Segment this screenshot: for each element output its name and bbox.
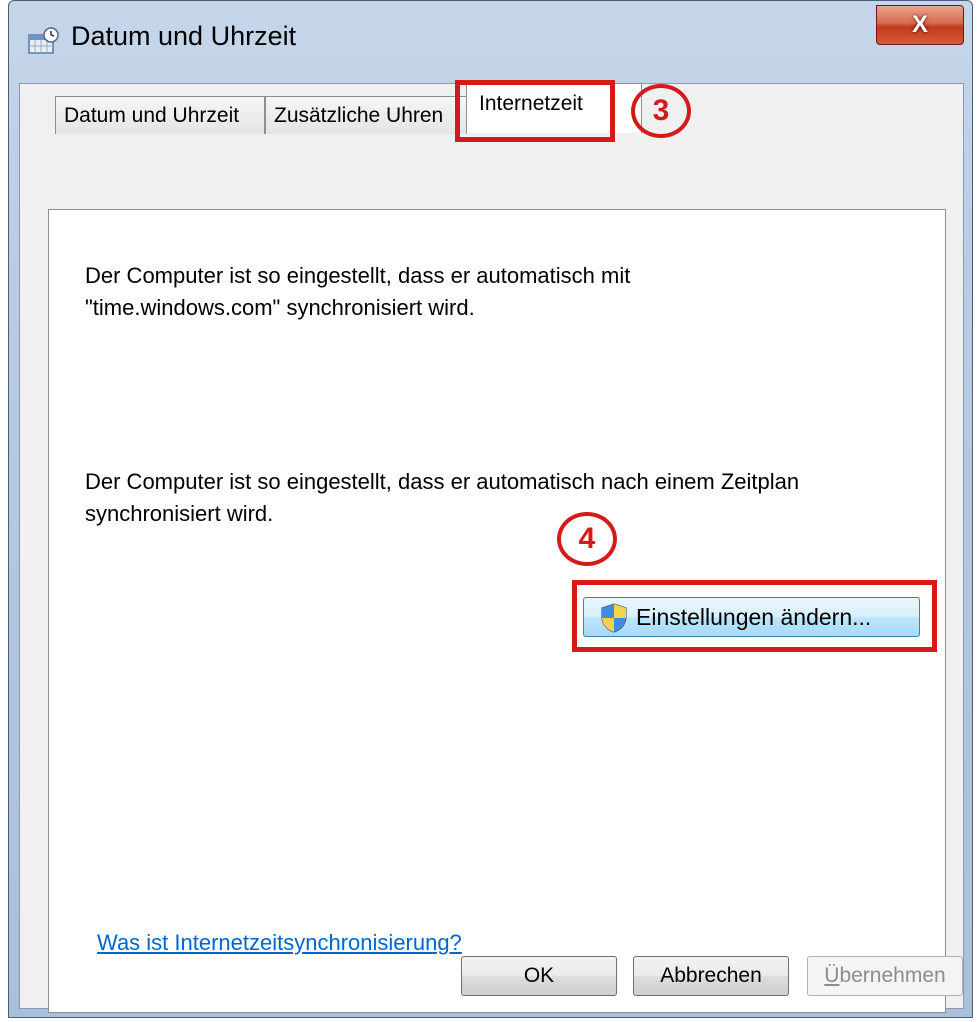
apply-button-label: bernehmen <box>839 964 946 987</box>
annotation-step-4: 4 <box>557 512 617 566</box>
annotation-box-button <box>572 580 937 652</box>
sync-server-text-line1: Der Computer ist so eingestellt, dass er… <box>85 263 631 288</box>
ok-button[interactable]: OK <box>461 956 617 996</box>
schedule-text-line2: synchronisiert wird. <box>85 501 274 526</box>
dialog-window: Datum und Uhrzeit X Datum und Uhrzeit Zu… <box>8 0 973 1018</box>
schedule-text-line1: Der Computer ist so eingestellt, dass er… <box>85 469 800 494</box>
window-title: Datum und Uhrzeit <box>71 21 297 51</box>
dialog-client-area: Datum und Uhrzeit Zusätzliche Uhren Inte… <box>19 83 964 1013</box>
tab-zusaetzliche-uhren[interactable]: Zusätzliche Uhren <box>265 96 467 134</box>
apply-button-mnemonic: Ü <box>824 964 840 987</box>
date-time-icon <box>28 27 59 54</box>
annotation-step-3: 3 <box>631 84 691 138</box>
tab-datum-und-uhrzeit[interactable]: Datum und Uhrzeit <box>55 96 265 134</box>
cancel-button[interactable]: Abbrechen <box>633 956 789 996</box>
sync-server-text-line2: "time.windows.com" synchronisiert wird. <box>85 295 475 320</box>
title-bar[interactable]: Datum und Uhrzeit X <box>9 1 972 81</box>
apply-button: Übernehmen <box>807 956 963 996</box>
annotation-box-tab <box>455 80 615 142</box>
close-button[interactable]: X <box>876 5 964 45</box>
help-link-internet-time-sync[interactable]: Was ist Internetzeitsynchronisierung? <box>97 930 462 956</box>
